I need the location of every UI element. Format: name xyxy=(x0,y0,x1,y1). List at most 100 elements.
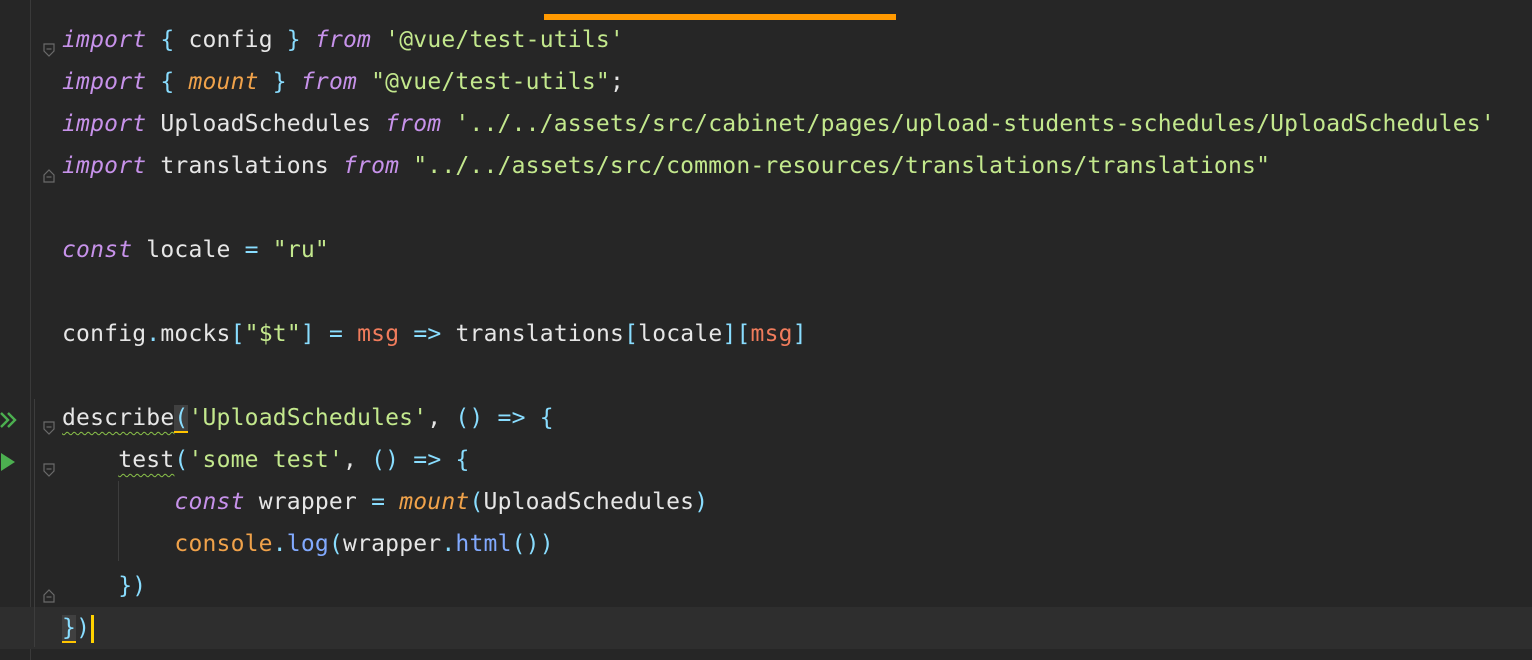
code-token: [ xyxy=(624,321,639,347)
code-line-text[interactable]: import { config } from '@vue/test-utils' xyxy=(62,19,624,61)
code-token: '../../assets/src/cabinet/pages/upload-s… xyxy=(455,111,1495,137)
code-token: wrapper xyxy=(244,489,372,515)
code-token: { xyxy=(539,405,554,431)
code-token: } xyxy=(272,27,315,53)
code-editor[interactable]: import { config } from '@vue/test-utils'… xyxy=(0,0,1532,660)
code-line-text[interactable]: }) xyxy=(62,607,95,649)
code-line-text[interactable]: config.mocks["$t"] = msg => translations… xyxy=(62,313,807,355)
code-token: } xyxy=(62,615,77,643)
code-token: from xyxy=(300,69,358,95)
text-caret xyxy=(91,614,95,643)
code-token: => xyxy=(413,321,442,347)
code-line[interactable]: import { mount } from "@vue/test-utils"; xyxy=(0,61,1532,103)
code-token: () xyxy=(371,447,400,473)
code-token: ] xyxy=(300,321,315,347)
code-line[interactable] xyxy=(0,187,1532,229)
code-token: ( xyxy=(174,447,189,473)
code-token: () xyxy=(455,405,484,431)
code-token: from xyxy=(342,153,400,179)
code-line[interactable]: import translations from "../../assets/s… xyxy=(0,145,1532,187)
code-token: ) xyxy=(694,489,709,515)
code-token: mount xyxy=(399,489,470,515)
indent-guide xyxy=(34,399,35,647)
code-token: from xyxy=(314,27,372,53)
code-token: html xyxy=(455,531,512,557)
code-line[interactable] xyxy=(0,271,1532,313)
code-token: { xyxy=(146,27,189,53)
code-token: "../../assets/src/common-resources/trans… xyxy=(413,153,1271,179)
code-line-text[interactable]: }) xyxy=(62,565,146,607)
code-line-text[interactable]: test('some test', () => { xyxy=(62,439,470,481)
code-token: ) xyxy=(76,615,91,641)
code-token: "@vue/test-utils" xyxy=(371,69,610,95)
code-token: wrapper xyxy=(343,531,442,557)
code-line[interactable]: describe('UploadSchedules', () => { xyxy=(0,397,1532,439)
code-token: 'UploadSchedules' xyxy=(188,405,428,431)
code-line-text[interactable]: describe('UploadSchedules', () => { xyxy=(62,397,554,439)
code-line-text[interactable]: const locale = "ru" xyxy=(62,229,329,271)
code-line[interactable]: }) xyxy=(0,565,1532,607)
code-token: config xyxy=(62,321,147,347)
code-token: => xyxy=(413,447,442,473)
code-line-text[interactable]: import { mount } from "@vue/test-utils"; xyxy=(62,61,624,103)
code-token: locale xyxy=(132,237,245,263)
code-token: . xyxy=(146,321,161,347)
code-line[interactable]: }) xyxy=(0,607,1532,649)
code-token: ] xyxy=(792,321,807,347)
code-token: "ru" xyxy=(272,237,329,263)
code-token: from xyxy=(385,111,442,137)
code-token: translations xyxy=(441,321,625,347)
code-token: "$t" xyxy=(244,321,301,347)
code-token: mount xyxy=(188,69,259,95)
code-token: console xyxy=(174,531,273,557)
code-token: }) xyxy=(118,573,147,599)
code-token: 'some test' xyxy=(188,447,343,473)
code-line[interactable]: console.log(wrapper.html()) xyxy=(0,523,1532,565)
code-token: [ xyxy=(230,321,245,347)
code-token: import xyxy=(62,111,147,137)
code-line-text[interactable]: const wrapper = mount(UploadSchedules) xyxy=(62,481,708,523)
code-line[interactable]: import { config } from '@vue/test-utils' xyxy=(0,19,1532,61)
code-token: import xyxy=(62,27,147,53)
code-token: , xyxy=(427,405,456,431)
code-token: ; xyxy=(609,69,624,95)
code-token: UploadSchedules xyxy=(146,111,386,137)
code-token: config xyxy=(188,27,273,53)
code-token: , xyxy=(343,447,372,473)
code-line[interactable]: const locale = "ru" xyxy=(0,229,1532,271)
code-line[interactable]: import UploadSchedules from '../../asset… xyxy=(0,103,1532,145)
code-token: '@vue/test-utils' xyxy=(385,27,624,53)
code-line[interactable]: const wrapper = mount(UploadSchedules) xyxy=(0,481,1532,523)
indent-guide xyxy=(118,481,119,561)
code-token: import xyxy=(62,153,147,179)
code-token: ( xyxy=(469,489,484,515)
code-token: mocks xyxy=(160,321,231,347)
code-token: ( xyxy=(328,531,344,557)
code-line-text[interactable]: import translations from "../../assets/s… xyxy=(62,145,1270,187)
code-line[interactable]: config.mocks["$t"] = msg => translations… xyxy=(0,313,1532,355)
code-token: ][ xyxy=(722,321,751,347)
code-token: . xyxy=(441,531,456,557)
code-line[interactable]: test('some test', () => { xyxy=(0,439,1532,481)
code-token: ()) xyxy=(511,531,554,557)
code-line-text[interactable]: import UploadSchedules from '../../asset… xyxy=(62,103,1495,145)
code-token: translations xyxy=(146,153,343,179)
code-token: } xyxy=(258,69,301,95)
code-token: describe xyxy=(62,405,175,431)
code-line-text[interactable]: console.log(wrapper.html()) xyxy=(62,523,554,565)
code-line[interactable] xyxy=(0,355,1532,397)
code-token: { xyxy=(146,69,189,95)
editor-tab-bar xyxy=(0,0,1532,20)
